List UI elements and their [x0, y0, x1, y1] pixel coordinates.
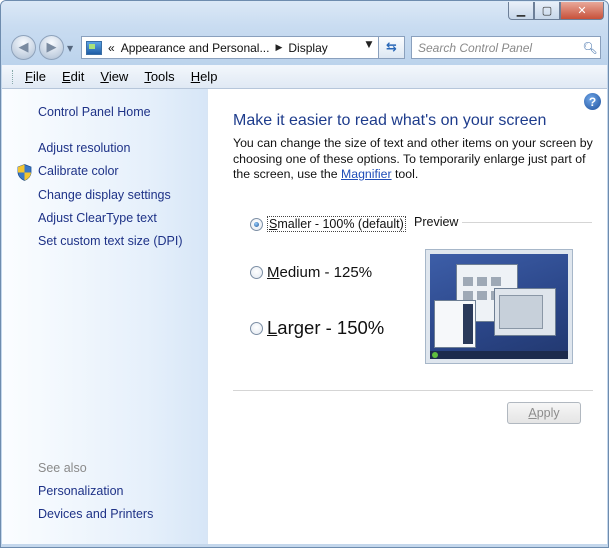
breadcrumb-appearance[interactable]: Appearance and Personal...: [121, 41, 270, 55]
window: ▁ ▢ ✕ ◀ ▶ ▼ « Appearance and Personal...…: [0, 0, 609, 548]
option-medium-label: Medium - 125%: [267, 264, 373, 281]
radio-smaller[interactable]: [250, 217, 263, 231]
calibrate-color-link[interactable]: Calibrate color: [38, 164, 119, 178]
apply-button[interactable]: Apply: [507, 402, 581, 424]
menu-help[interactable]: Help: [191, 69, 218, 84]
preview-image: [425, 249, 573, 364]
search-icon[interactable]: 🔍︎: [580, 41, 600, 55]
uac-shield-icon: [17, 164, 32, 181]
breadcrumb-overflow[interactable]: «: [108, 41, 115, 55]
preview-desktop: [430, 254, 568, 359]
adjust-resolution-link[interactable]: Adjust resolution: [38, 141, 130, 155]
search-input[interactable]: Search Control Panel: [412, 41, 580, 55]
back-arrow-icon: ◀: [18, 40, 29, 55]
divider: [233, 390, 593, 391]
address-bar[interactable]: « Appearance and Personal... ▶ Display ▼: [81, 36, 379, 59]
devices-and-printers-link[interactable]: Devices and Printers: [38, 507, 153, 521]
page-title: Make it easier to read what's on your sc…: [233, 112, 547, 129]
maximize-button[interactable]: ▢: [534, 2, 560, 20]
control-panel-home-link[interactable]: Control Panel Home: [38, 105, 151, 119]
navigation-bar: ◀ ▶ ▼ « Appearance and Personal... ▶ Dis…: [1, 33, 608, 61]
option-larger[interactable]: Larger - 150%: [250, 317, 384, 339]
caption-buttons: ▁ ▢ ✕: [508, 2, 604, 20]
menu-file[interactable]: File: [25, 69, 46, 84]
task-pane: Control Panel Home Adjust resolution Cal…: [2, 89, 208, 544]
address-dropdown-icon[interactable]: ▼: [362, 40, 376, 50]
search-box[interactable]: Search Control Panel 🔍︎: [411, 36, 601, 59]
page-description: You can change the size of text and othe…: [233, 136, 593, 181]
option-medium[interactable]: Medium - 125%: [250, 264, 372, 281]
main-panel: ? Make it easier to read what's on your …: [209, 89, 607, 544]
option-larger-label: Larger - 150%: [267, 317, 385, 338]
preview-window-main: [494, 288, 556, 336]
maximize-icon: ▢: [541, 4, 553, 17]
title-bar: ▁ ▢ ✕ ◀ ▶ ▼ « Appearance and Personal...…: [1, 1, 608, 65]
custom-text-size-link[interactable]: Set custom text size (DPI): [38, 234, 182, 248]
preview-divider: [462, 222, 592, 223]
breadcrumb-separator-icon[interactable]: ▶: [275, 43, 282, 53]
preview-label: Preview: [414, 215, 459, 229]
refresh-icon: ⇆: [386, 40, 397, 55]
personalization-link[interactable]: Personalization: [38, 484, 123, 498]
radio-larger[interactable]: [250, 321, 263, 335]
close-button[interactable]: ✕: [560, 2, 604, 20]
control-panel-icon: [86, 40, 102, 55]
preview-taskbar: [430, 351, 568, 359]
menu-edit[interactable]: Edit: [62, 69, 84, 84]
menu-view[interactable]: View: [100, 69, 128, 84]
breadcrumb-display[interactable]: Display: [288, 41, 327, 55]
forward-button[interactable]: ▶: [39, 35, 64, 60]
option-smaller-label: Smaller - 100% (default): [267, 216, 406, 232]
change-display-settings-link[interactable]: Change display settings: [38, 188, 171, 202]
forward-arrow-icon: ▶: [46, 40, 57, 55]
see-also-heading: See also: [38, 461, 87, 475]
radio-medium[interactable]: [250, 266, 263, 279]
minimize-button[interactable]: ▁: [508, 2, 534, 20]
menu-bar: File Edit View Tools Help: [2, 65, 607, 89]
content-area: Control Panel Home Adjust resolution Cal…: [2, 89, 607, 544]
preview-window-list: [434, 300, 476, 348]
adjust-cleartype-link[interactable]: Adjust ClearType text: [38, 211, 157, 225]
minimize-icon: ▁: [516, 4, 526, 17]
option-smaller[interactable]: Smaller - 100% (default): [250, 216, 406, 232]
recent-pages-button[interactable]: ▼: [67, 44, 73, 53]
help-icon[interactable]: ?: [584, 93, 601, 110]
close-icon: ✕: [577, 4, 587, 17]
back-button[interactable]: ◀: [11, 35, 36, 60]
refresh-button[interactable]: ⇆: [379, 36, 405, 59]
magnifier-link[interactable]: Magnifier: [341, 167, 392, 181]
menu-tools[interactable]: Tools: [144, 69, 174, 84]
menu-grip: [12, 69, 15, 84]
chevron-down-icon: ▼: [67, 44, 74, 53]
